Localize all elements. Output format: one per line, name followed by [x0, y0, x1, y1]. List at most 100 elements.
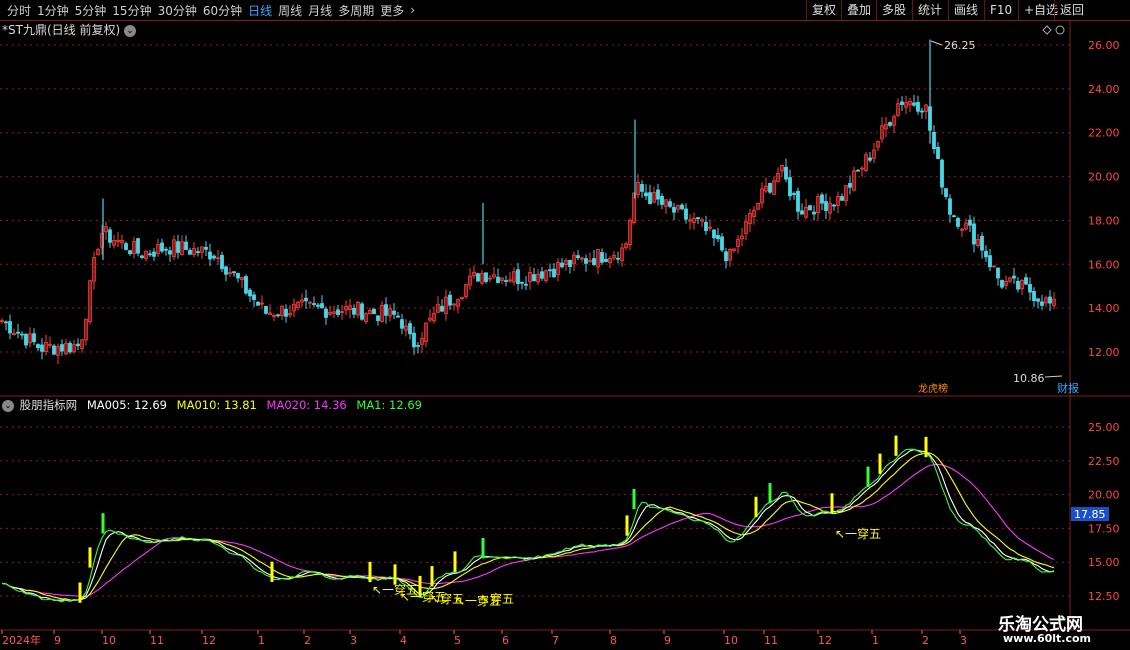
candle-body	[316, 304, 320, 307]
candle-body	[924, 104, 928, 112]
x-tick-label: 2	[304, 634, 311, 647]
signal-annotation: ↖穿五	[480, 591, 514, 606]
candle-body	[304, 297, 308, 302]
candle-body	[536, 273, 540, 283]
period-tab[interactable]: 月线	[305, 2, 335, 19]
candle-body	[772, 180, 776, 195]
y-tick-label: 20.00	[1088, 171, 1120, 184]
candle-body	[860, 167, 864, 170]
candle-body	[856, 169, 860, 172]
candle-body	[868, 157, 872, 161]
signal-bar	[78, 582, 82, 603]
period-tab[interactable]: 60分钟	[200, 2, 245, 19]
candle-body	[344, 306, 348, 311]
candle-body	[848, 183, 852, 188]
period-tab[interactable]: 30分钟	[155, 2, 200, 19]
candle-body	[832, 204, 836, 207]
candle-body	[1016, 280, 1020, 290]
period-tab[interactable]: 分时	[4, 2, 34, 19]
toolbar-button[interactable]: 叠加	[841, 0, 876, 20]
signal-bar	[830, 493, 834, 514]
candle-body	[680, 204, 684, 210]
period-tab[interactable]: 日线	[245, 2, 275, 19]
candle-body	[156, 244, 160, 255]
toolbar-button[interactable]: F10	[984, 0, 1017, 20]
x-tick-label: 1	[872, 634, 879, 647]
candle-body	[564, 260, 568, 265]
candle-body	[172, 239, 176, 258]
candle-body	[936, 146, 940, 159]
chevron-right-icon[interactable]: ›	[407, 3, 418, 17]
x-tick-label: 11	[150, 634, 164, 647]
candle-body	[580, 257, 584, 260]
candle-body	[292, 303, 296, 312]
candle-body	[688, 219, 692, 222]
x-tick-label: 7	[552, 634, 559, 647]
candle-body	[672, 207, 676, 213]
period-tab[interactable]: 更多	[377, 2, 407, 19]
period-tabs: 分时 1分钟 5分钟 15分钟 30分钟 60分钟 日线 周线 月线 多周期 更多 ›	[0, 2, 418, 19]
candle-body	[236, 273, 240, 279]
dragon-tiger-badge: 龙虎榜	[918, 382, 948, 395]
candle-body	[244, 276, 248, 294]
candle-body	[240, 276, 244, 281]
candle-body	[1044, 297, 1048, 304]
candle-body	[60, 344, 64, 352]
chevron-down-icon[interactable]: ⌄	[2, 399, 14, 412]
period-tab[interactable]: 周线	[275, 2, 305, 19]
candle-body	[632, 192, 636, 224]
candle-body	[440, 305, 444, 312]
candle-body	[1040, 301, 1044, 306]
chevron-down-icon[interactable]: ⌄	[123, 24, 136, 37]
signal-annotation: ↖一穿五	[372, 582, 418, 597]
candle-body	[272, 315, 276, 317]
candle-body	[596, 248, 600, 268]
toolbar-button[interactable]: 多股	[876, 0, 911, 20]
y-tick-label: 24.00	[1088, 83, 1120, 96]
candle-body	[160, 242, 164, 252]
diamond-icon	[1042, 25, 1052, 35]
period-tab[interactable]: 5分钟	[72, 2, 110, 19]
candle-body	[516, 269, 520, 284]
candle-body	[892, 116, 896, 126]
toolbar-button[interactable]: 复权	[806, 0, 841, 20]
toolbar-button[interactable]: 返回	[1054, 0, 1089, 20]
candle-body	[140, 255, 144, 258]
candle-body	[388, 308, 392, 317]
candle-body	[952, 215, 956, 218]
candle-body	[1000, 280, 1004, 288]
candle-body	[844, 185, 848, 202]
candle-body	[228, 272, 232, 275]
candle-body	[432, 312, 436, 322]
period-tab[interactable]: 多周期	[335, 2, 377, 19]
candle-body	[940, 159, 944, 188]
y-tick-label: 14.00	[1088, 302, 1120, 315]
candle-body	[364, 313, 368, 323]
period-tab[interactable]: 1分钟	[34, 2, 72, 19]
candle-body	[992, 265, 996, 268]
candle-body	[768, 182, 772, 193]
candle-body	[196, 251, 200, 253]
period-tab[interactable]: 15分钟	[109, 2, 154, 19]
y-tick-label: 16.00	[1088, 258, 1120, 271]
candle-body	[664, 199, 668, 207]
toolbar-button[interactable]: 统计	[912, 0, 947, 20]
candle-body	[180, 241, 184, 255]
candle-body	[504, 280, 508, 282]
candle-body	[744, 221, 748, 234]
candle-body	[480, 272, 484, 284]
candle-body	[720, 236, 724, 251]
candle-body	[168, 250, 172, 255]
candle-body	[836, 195, 840, 206]
candle-body	[752, 209, 756, 217]
candle-body	[476, 273, 480, 282]
candle-body	[912, 102, 916, 106]
signal-bar	[924, 436, 928, 458]
candle-body	[412, 332, 416, 348]
toolbar-button[interactable]: 画线	[948, 0, 983, 20]
candle-body	[176, 241, 180, 253]
candle-body	[4, 321, 8, 324]
candle-body	[980, 235, 984, 251]
candle-body	[216, 257, 220, 260]
signal-bar	[453, 551, 457, 572]
